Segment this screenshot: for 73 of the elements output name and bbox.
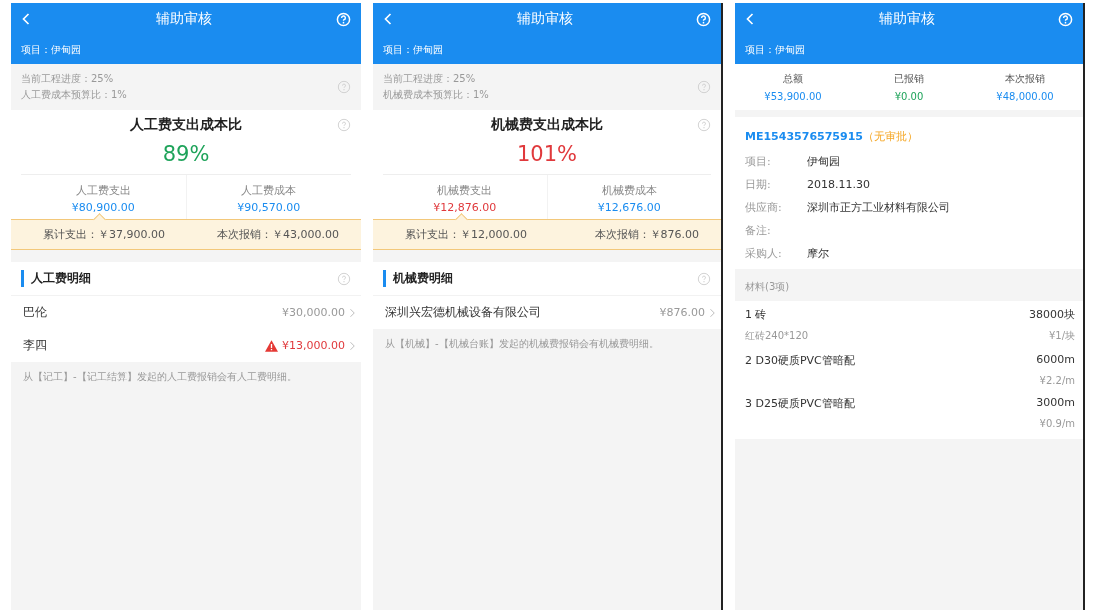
summary-text: 累计支出：￥37,900.00 <box>43 227 165 242</box>
stat-label: 人工费支出 <box>75 183 131 198</box>
ratio-percent: 89% <box>21 134 351 175</box>
chevron-icon <box>349 340 355 351</box>
material-name: 2 D30硬质PVC管暗配 <box>745 353 855 368</box>
project-label: 项目：伊甸园 <box>745 42 805 57</box>
summary-text: 本次报销：￥43,000.00 <box>217 227 339 242</box>
summary-text: 累计支出：￥12,000.00 <box>405 227 527 242</box>
material-name: 1 砖 <box>745 307 767 322</box>
row-name: 深圳兴宏德机械设备有限公司 <box>385 304 542 321</box>
material-quantity: 3000m <box>1036 396 1075 411</box>
screen-title: 辅助审核 <box>154 10 213 28</box>
total-label: 本次报销 <box>1005 72 1045 86</box>
project-label: 项目：伊甸园 <box>21 42 81 57</box>
total-label: 已报销 <box>894 72 924 86</box>
stat-value: ¥12,876.00 <box>433 201 497 214</box>
project-label: 项目：伊甸园 <box>383 42 443 57</box>
chevron-icon <box>349 307 355 318</box>
field-label: 备注: <box>745 222 772 238</box>
row-name: 巴伦 <box>23 304 48 321</box>
info-text: 当前工程进度：25% <box>383 72 477 86</box>
stat-label: 机械费支出 <box>437 183 493 198</box>
total-value: ¥0.00 <box>894 91 924 102</box>
row-amount: ¥876.00 <box>659 306 705 319</box>
material-price: ¥1/块 <box>1048 329 1075 343</box>
back-icon[interactable] <box>745 12 755 26</box>
field-value: 伊甸园 <box>807 153 840 169</box>
row-amount: ¥13,000.00 <box>282 339 345 352</box>
ratio-title: 机械费支出成本比 <box>491 116 603 134</box>
field-value: 深圳市正方工业材料有限公司 <box>807 199 950 215</box>
materials-header: 材料(3项) <box>745 281 790 292</box>
order-status: （无审批） <box>862 130 918 143</box>
total-value: ¥53,900.00 <box>764 91 822 102</box>
info-text: 当前工程进度：25% <box>21 72 115 86</box>
stat-label: 人工费成本 <box>241 183 297 198</box>
total-value: ¥48,000.00 <box>996 91 1054 102</box>
material-quantity: 6000m <box>1036 353 1075 368</box>
chevron-icon <box>709 307 715 318</box>
field-label: 项目: <box>745 153 772 169</box>
detail-row[interactable]: 巴伦 ¥30,000.00 <box>11 296 361 329</box>
back-icon[interactable] <box>21 12 31 26</box>
order-number: ME1543576575915 <box>745 130 863 143</box>
detail-row[interactable]: 深圳兴宏德机械设备有限公司 ¥876.00 <box>373 296 721 329</box>
back-icon[interactable] <box>383 12 393 26</box>
stat-label: 机械费成本 <box>601 183 657 198</box>
ratio-percent: 101% <box>383 134 711 175</box>
material-price: ¥2.2/m <box>1039 375 1075 386</box>
section-title: 机械费明细 <box>383 270 453 287</box>
field-value: 摩尔 <box>807 245 829 261</box>
stat-value: ¥80,900.00 <box>71 201 135 214</box>
stat-value: ¥90,570.00 <box>237 201 301 214</box>
detail-row[interactable]: 李四 ¥13,000.00 <box>11 329 361 362</box>
info-text: 机械费成本预算比：1% <box>383 88 490 102</box>
material-price: ¥0.9/m <box>1039 418 1075 429</box>
total-label: 总额 <box>783 72 803 86</box>
note-text: 从【记工】-【记工结算】发起的人工费报销会有人工费明细。 <box>22 370 298 384</box>
ratio-title: 人工费支出成本比 <box>130 116 242 134</box>
info-text: 人工费成本预算比：1% <box>21 88 128 102</box>
field-label: 供应商: <box>745 199 783 215</box>
screen-title: 辅助审核 <box>877 10 936 28</box>
note-text: 从【机械】-【机械台账】发起的机械费报销会有机械费明细。 <box>384 337 660 351</box>
row-name: 李四 <box>23 337 48 354</box>
field-value: 2018.11.30 <box>807 177 870 191</box>
summary-text: 本次报销：￥876.00 <box>594 227 699 242</box>
field-label: 日期: <box>745 176 772 192</box>
stat-value: ¥12,676.00 <box>597 201 661 214</box>
field-label: 采购人: <box>745 245 783 261</box>
material-quantity: 38000块 <box>1029 307 1075 322</box>
material-name: 3 D25硬质PVC管暗配 <box>745 396 855 411</box>
screen-title: 辅助审核 <box>515 10 574 28</box>
row-amount: ¥30,000.00 <box>282 306 345 319</box>
section-title: 人工费明细 <box>21 270 91 287</box>
material-spec: 红砖240*120 <box>745 329 809 343</box>
